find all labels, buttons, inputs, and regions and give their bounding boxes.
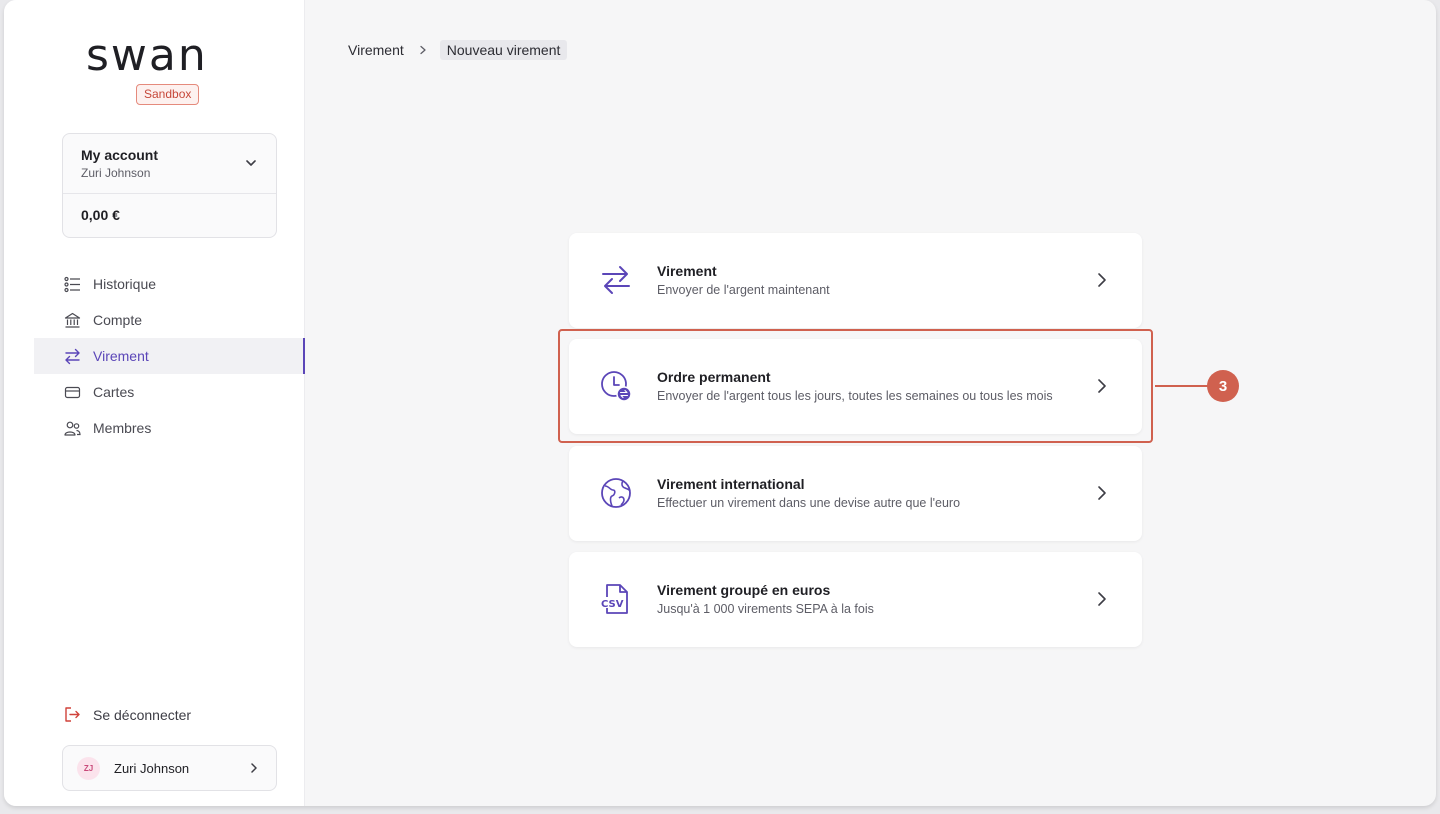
chevron-right-icon [1098, 486, 1106, 500]
sidebar-item-membres[interactable]: Membres [34, 410, 305, 446]
avatar: ZJ [77, 756, 100, 780]
account-holder: Zuri Johnson [81, 166, 151, 180]
svg-text:swan: swan [86, 34, 208, 76]
account-title: My account [81, 147, 159, 163]
environment-badge: Sandbox [136, 84, 200, 105]
sidebar-item-cartes[interactable]: Cartes [34, 374, 305, 410]
transfer-arrows-icon [602, 266, 630, 294]
chevron-right-icon [1098, 592, 1106, 606]
option-title: Virement international [657, 476, 805, 492]
option-subtitle: Effectuer un virement dans une devise au… [657, 496, 961, 510]
sidebar: swan Sandbox My account Zuri Johnson 0,0… [4, 0, 305, 806]
user-name: Zuri Johnson [114, 760, 190, 776]
bank-icon [64, 312, 81, 328]
account-balance: 0,00 € [81, 207, 120, 223]
logout-button[interactable]: Se déconnecter [64, 706, 191, 723]
chevron-down-icon[interactable] [244, 156, 258, 170]
user-profile-button[interactable]: ZJ Zuri Johnson [62, 745, 277, 791]
sidebar-nav: Historique Compte Virement Cartes Membre… [34, 266, 305, 446]
csv-file-icon: CSV [600, 584, 628, 614]
callout-line [1155, 385, 1210, 387]
sidebar-item-label: Cartes [93, 384, 135, 400]
chevron-right-icon [420, 45, 426, 55]
list-icon [64, 276, 80, 292]
app-window: swan Sandbox My account Zuri Johnson 0,0… [4, 0, 1436, 806]
sidebar-item-label: Virement [93, 348, 149, 364]
sidebar-item-label: Historique [93, 276, 157, 292]
option-subtitle: Envoyer de l'argent maintenant [657, 283, 830, 297]
breadcrumb-current: Nouveau virement [439, 40, 568, 60]
logout-icon [65, 707, 80, 722]
sidebar-item-label: Compte [93, 312, 143, 328]
chevron-right-icon [1098, 273, 1106, 287]
breadcrumb-parent[interactable]: Virement [348, 42, 404, 58]
sidebar-item-historique[interactable]: Historique [34, 266, 305, 302]
option-title: Virement groupé en euros [657, 582, 831, 598]
swan-logo: swan [86, 34, 208, 76]
svg-text:CSV: CSV [601, 599, 624, 610]
option-virement-international[interactable]: Virement international Effectuer un vire… [569, 446, 1142, 541]
transfer-icon [65, 348, 80, 364]
option-title: Virement [657, 263, 717, 279]
option-virement-groupe[interactable]: CSV Virement groupé en euros Jusqu'à 1 0… [569, 552, 1142, 647]
callout-number: 3 [1207, 370, 1239, 402]
members-icon [64, 421, 81, 436]
highlight-box [558, 329, 1153, 443]
chevron-right-icon [251, 763, 257, 773]
sidebar-item-label: Membres [93, 420, 152, 436]
sidebar-item-compte[interactable]: Compte [34, 302, 305, 338]
option-virement[interactable]: Virement Envoyer de l'argent maintenant [569, 233, 1142, 328]
option-subtitle: Jusqu'à 1 000 virements SEPA à la fois [657, 602, 874, 616]
breadcrumb: Virement Nouveau virement [348, 40, 568, 60]
account-selector[interactable]: My account Zuri Johnson 0,00 € [62, 133, 277, 238]
globe-icon [601, 478, 631, 508]
card-icon [64, 386, 81, 398]
sidebar-item-virement[interactable]: Virement [34, 338, 305, 374]
logout-label: Se déconnecter [93, 706, 192, 723]
